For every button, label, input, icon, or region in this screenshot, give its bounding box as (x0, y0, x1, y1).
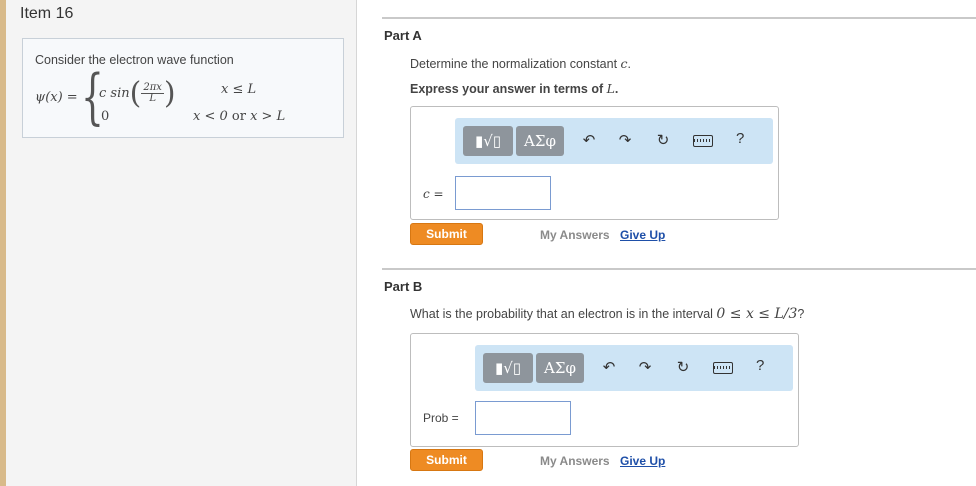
part-a-my-answers-link[interactable]: My Answers (540, 228, 610, 242)
part-a-instruction-var: L (606, 81, 615, 96)
case1-condition: x ≤ L (221, 82, 257, 97)
undo-icon[interactable]: ↶ (578, 130, 600, 152)
piecewise-case-2: 0 (101, 109, 110, 124)
part-a-question-var: c (620, 56, 628, 71)
part-b-math-toolbar: ▮√▯ ΑΣφ ↶ ↷ ↻ ? (475, 345, 793, 391)
part-a-answer-label: c = (423, 187, 444, 201)
part-b-answer-label: Prob = (423, 411, 459, 425)
part-a-instruction-text: Express your answer in terms of (410, 82, 607, 96)
part-a-instruction: Express your answer in terms of L. (410, 81, 618, 96)
reset-icon[interactable]: ↻ (672, 357, 694, 379)
part-b-question-text: What is the probability that an electron… (410, 307, 717, 321)
part-b-answer-input[interactable] (475, 401, 571, 435)
part-b-question-math: 0 ≤ x ≤ L/3 (716, 306, 798, 322)
part-b-my-answers-link[interactable]: My Answers (540, 454, 610, 468)
case2-cond-or: or (227, 109, 251, 124)
part-a-question-end: . (627, 57, 632, 71)
keyboard-icon[interactable] (693, 135, 713, 147)
greek-symbols-icon[interactable]: ΑΣφ (516, 126, 564, 156)
part-a-question-text: Determine the normalization constant (410, 57, 621, 71)
redo-icon[interactable]: ↷ (634, 357, 656, 379)
part-a-submit-button[interactable]: Submit (410, 223, 483, 245)
piecewise-case-1: c sin(2πx L) (99, 76, 176, 111)
part-b-give-up-link[interactable]: Give Up (620, 454, 665, 468)
help-icon[interactable]: ? (756, 357, 764, 374)
part-a-answer-box: ▮√▯ ΑΣφ ↶ ↷ ↻ ? c = (410, 106, 779, 220)
part-b-divider (382, 268, 976, 270)
case1-fraction: 2πx L (141, 83, 164, 104)
keyboard-icon[interactable] (713, 362, 733, 374)
case2-cond-b: x > L (250, 109, 286, 124)
problem-panel: Item 16 Consider the electron wave funct… (6, 0, 357, 486)
reset-icon[interactable]: ↻ (652, 130, 674, 152)
wavefunction-lhs: ψ(x) = (35, 90, 78, 105)
part-b-submit-button[interactable]: Submit (410, 449, 483, 471)
case2-cond-a: x < 0 (193, 109, 228, 124)
templates-icon[interactable]: ▮√▯ (463, 126, 513, 156)
part-a-answer-input[interactable] (455, 176, 551, 210)
templates-icon[interactable]: ▮√▯ (483, 353, 533, 383)
help-icon[interactable]: ? (736, 130, 744, 147)
part-b-question: What is the probability that an electron… (410, 306, 804, 322)
greek-symbols-icon[interactable]: ΑΣφ (536, 353, 584, 383)
case2-condition: x < 0 or x > L (193, 109, 285, 124)
part-a-instruction-end: . (614, 82, 619, 96)
undo-icon[interactable]: ↶ (598, 357, 620, 379)
part-a-question: Determine the normalization constant c. (410, 56, 631, 71)
part-a-give-up-link[interactable]: Give Up (620, 228, 665, 242)
part-a-math-toolbar: ▮√▯ ΑΣφ ↶ ↷ ↻ ? (455, 118, 773, 164)
part-a-divider (382, 17, 976, 19)
part-a-title: Part A (384, 28, 422, 43)
part-b-question-end: ? (797, 307, 805, 321)
case1-coefficient: c sin (99, 86, 130, 101)
item-title: Item 16 (20, 5, 74, 22)
part-b-answer-box: ▮√▯ ΑΣφ ↶ ↷ ↻ ? Prob = (410, 333, 799, 447)
problem-intro: Consider the electron wave function (35, 53, 234, 67)
fraction-denominator: L (149, 93, 156, 104)
problem-statement-box: Consider the electron wave function ψ(x)… (22, 38, 344, 138)
redo-icon[interactable]: ↷ (614, 130, 636, 152)
part-b-title: Part B (384, 279, 423, 294)
